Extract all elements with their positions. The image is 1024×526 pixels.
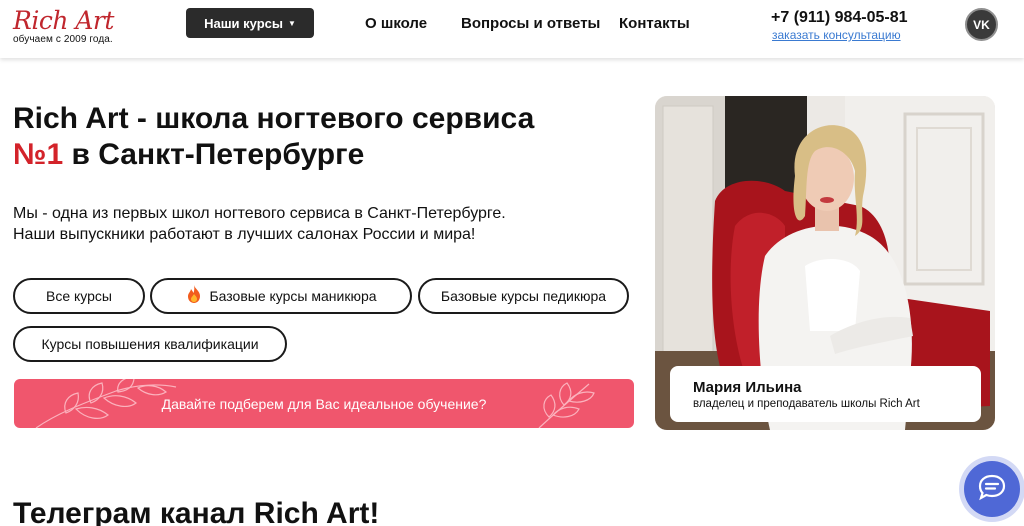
owner-role: владелец и преподаватель школы Rich Art xyxy=(693,398,920,410)
courses-menu-button[interactable]: Наши курсы ▼ xyxy=(186,8,314,38)
caret-down-icon: ▼ xyxy=(287,18,296,28)
filter-label: Базовые курсы маникюра xyxy=(209,288,377,304)
nav-about[interactable]: О школе xyxy=(365,15,427,32)
description-line-2: Наши выпускники работают в лучших салона… xyxy=(13,226,476,243)
title-part2: в Санкт-Петербурге xyxy=(63,138,365,171)
filter-manicure-basic[interactable]: Базовые курсы маникюра xyxy=(150,278,412,314)
nav-contacts[interactable]: Контакты xyxy=(619,15,690,32)
filter-label: Курсы повышения квалификации xyxy=(41,336,259,352)
vk-icon[interactable]: VK xyxy=(965,8,998,41)
owner-card: Мария Ильина владелец и преподаватель шк… xyxy=(670,366,981,422)
leaf-decoration-right xyxy=(538,382,595,428)
cta-label: Давайте подберем для Вас идеальное обуче… xyxy=(161,395,487,412)
title-part1: Rich Art - школа ногтевого сервиса xyxy=(13,102,535,135)
chat-widget-button[interactable] xyxy=(964,461,1020,517)
filter-pedicure-basic[interactable]: Базовые курсы педикюра xyxy=(418,278,629,314)
filter-label: Все курсы xyxy=(46,288,112,304)
filter-all-courses[interactable]: Все курсы xyxy=(13,278,145,314)
title-accent: №1 xyxy=(13,138,64,171)
chat-icon xyxy=(977,473,1007,506)
phone-number[interactable]: +7 (911) 984-05-81 xyxy=(771,9,908,27)
vk-icon-label: VK xyxy=(973,17,990,32)
page-title: Rich Art - школа ногтевого сервиса №1 в … xyxy=(13,101,573,173)
description-line-1: Мы - одна из первых школ ногтевого серви… xyxy=(13,205,506,222)
courses-button-label: Наши курсы xyxy=(204,15,283,31)
telegram-section-title: Телеграм канал Rich Art! xyxy=(13,497,380,526)
logo[interactable]: Rich Art обучаем с 2009 года. xyxy=(13,6,114,46)
owner-name: Мария Ильина xyxy=(693,379,802,396)
filter-label: Базовые курсы педикюра xyxy=(440,288,607,304)
site-header: Rich Art обучаем с 2009 года. Наши курсы… xyxy=(0,0,1024,58)
filter-advanced-courses[interactable]: Курсы повышения квалификации xyxy=(13,326,287,362)
consultation-link[interactable]: заказать консультацию xyxy=(772,28,901,42)
logo-subtitle: обучаем с 2009 года. xyxy=(13,34,113,45)
fire-icon xyxy=(185,284,203,309)
course-picker-button[interactable]: Давайте подберем для Вас идеальное обуче… xyxy=(14,379,634,428)
hero-description: Мы - одна из первых школ ногтевого серви… xyxy=(13,203,573,245)
logo-title: Rich Art xyxy=(13,6,114,35)
nav-faq[interactable]: Вопросы и ответы xyxy=(461,15,600,32)
